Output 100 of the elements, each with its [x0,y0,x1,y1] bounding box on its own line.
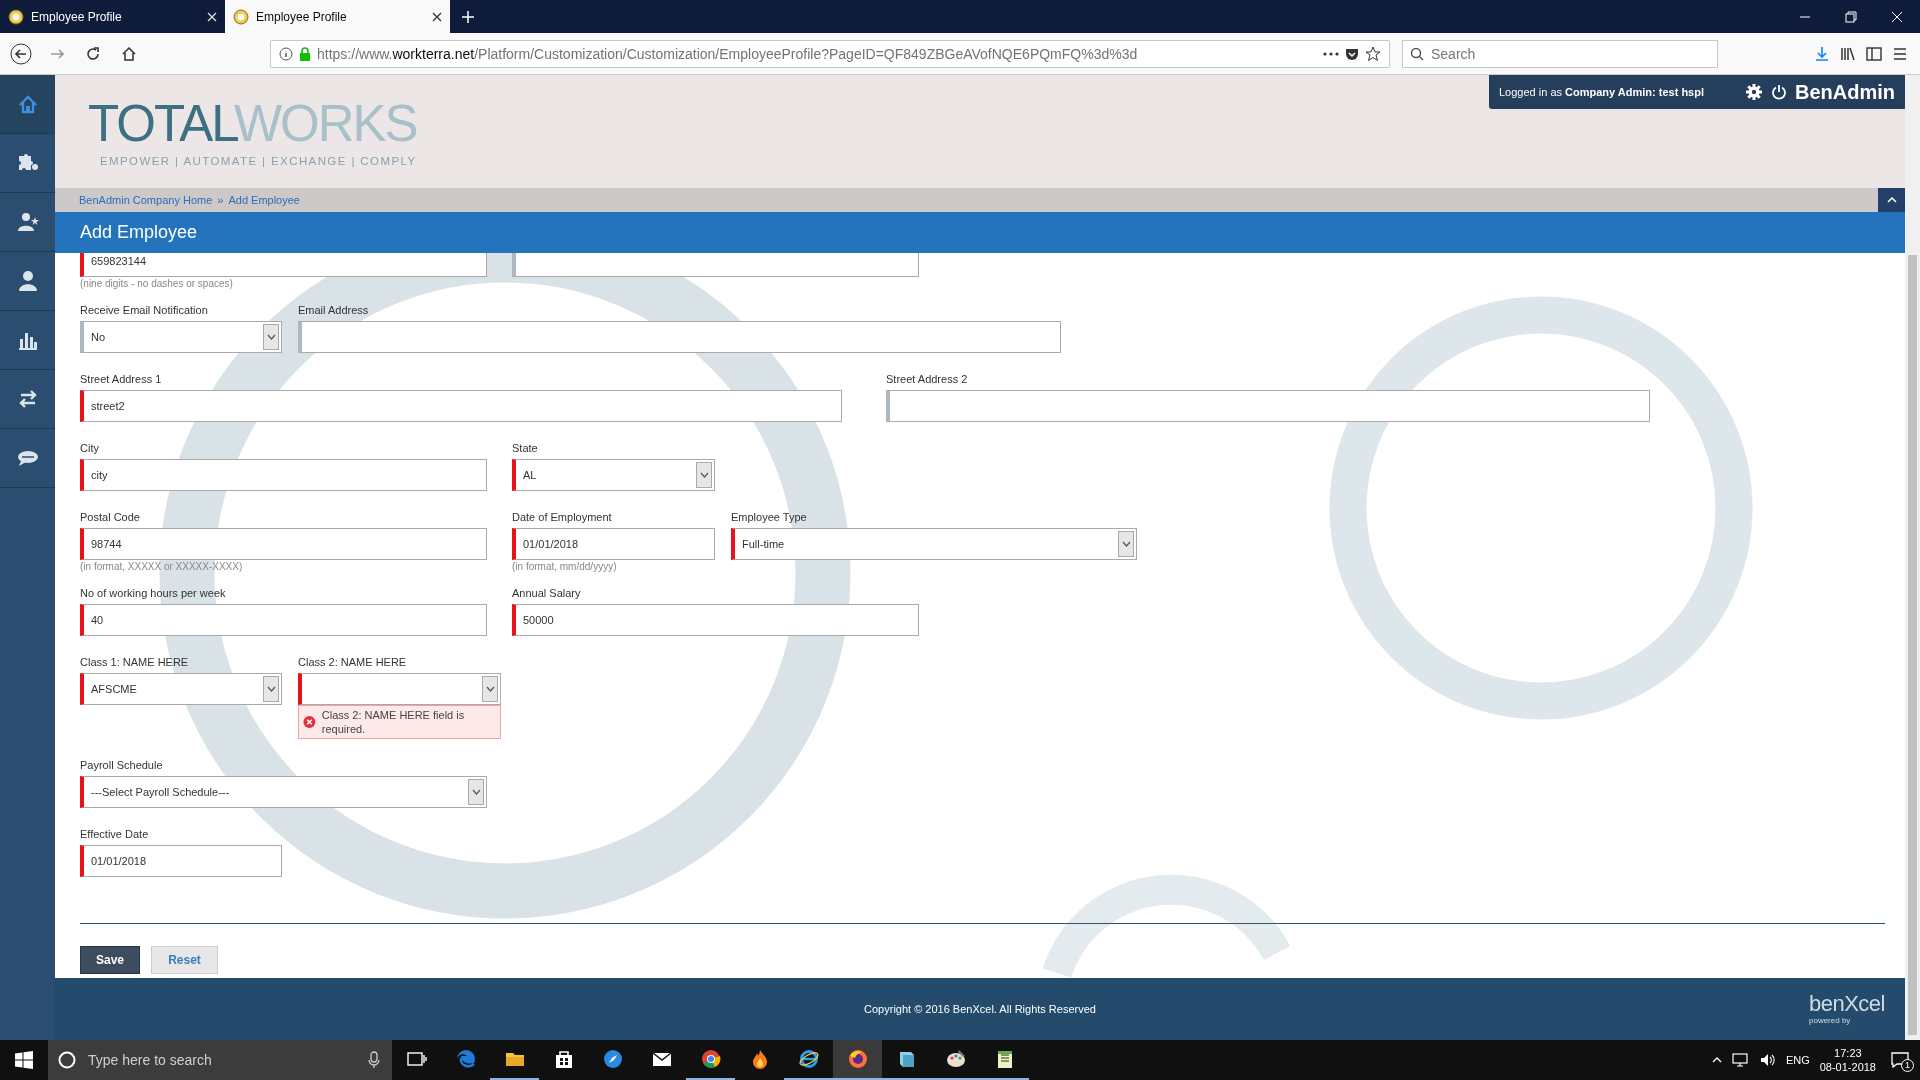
library-icon[interactable] [1840,45,1856,62]
dropdown[interactable] [298,673,501,705]
plus-icon[interactable] [461,9,475,24]
user-star-icon [16,211,39,233]
input-field[interactable] [298,321,1061,353]
input-field[interactable]: 01/01/2018 [512,528,715,560]
lock-icon[interactable] [299,46,311,61]
logo-text: TOTALWORKS [88,97,417,151]
notification-button[interactable]: 1 [1886,1048,1914,1072]
browser-tab[interactable]: Employee Profile [0,0,225,33]
input-field[interactable] [886,390,1650,422]
microphone-icon[interactable] [368,1051,380,1069]
taskbar-search-field[interactable]: Type here to search [48,1040,392,1080]
page-title: Add Employee [80,222,198,243]
error-icon [303,715,316,729]
scrollbar[interactable] [1905,75,1920,1040]
settings-icon[interactable] [1745,83,1763,101]
info-icon[interactable] [279,46,293,61]
field-hint: (nine digits - no dashes or spaces) [80,278,233,289]
save-button[interactable]: Save [80,946,140,974]
compass-icon [601,1048,624,1070]
chevron-up-icon[interactable] [1711,1057,1722,1063]
user-icon [16,270,39,292]
more-icon[interactable] [1323,51,1339,56]
scrollbar-thumb[interactable] [1908,255,1917,1035]
error-text: Class 2: NAME HERE field is required. [321,708,466,736]
input-field[interactable]: street2 [80,390,842,422]
brand-note: powered by [1809,1016,1851,1025]
breadcrumb-separator: » [217,194,224,206]
field-label: Postal Code [80,511,140,523]
pocket-icon[interactable] [1345,46,1359,61]
dropdown[interactable]: No [80,321,282,353]
reset-button[interactable]: Reset [151,946,218,974]
collapse-button[interactable] [1878,188,1905,212]
speech-bubble-icon [1891,1052,1909,1068]
sidebar-icon[interactable] [1866,45,1882,62]
dropdown[interactable]: AL [512,459,715,491]
reload-icon[interactable] [85,45,101,62]
field-hint: (in format, XXXXX or XXXXX-XXXX) [80,561,243,572]
network-icon[interactable] [1731,1053,1750,1067]
input-field[interactable]: 50000 [512,604,919,636]
language-indicator[interactable]: ENG [1785,1054,1810,1066]
field-label: Receive Email Notification [80,304,208,316]
clock-date[interactable]: 08-01-2018 [1819,1060,1876,1074]
restore-icon[interactable] [1845,10,1857,23]
search-icon [1410,46,1424,61]
home-icon[interactable] [121,45,137,62]
chevron-down-icon [266,686,276,692]
close-icon[interactable] [432,11,442,22]
globe-icon [8,8,24,25]
input-field[interactable]: 01/01/2018 [80,845,282,877]
input-field[interactable]: city [80,459,487,491]
chevron-down-icon [485,686,495,692]
field-label: Street Address 1 [80,373,162,385]
field-label: No of working hours per week [80,587,226,599]
notification-count: 1 [1901,1059,1914,1072]
menu-icon[interactable] [1892,45,1908,62]
field-label: Class 2: NAME HERE [298,656,407,668]
windows-logo-icon [15,1051,33,1069]
volume-icon[interactable] [1759,1053,1776,1067]
field-label: Annual Salary [512,587,581,599]
browser-icon [797,1048,820,1070]
input-field[interactable]: 659823144 [80,253,487,277]
dropdown[interactable]: ---Select Payroll Schedule--- [80,776,487,808]
download-icon[interactable] [1814,45,1830,62]
chevron-down-icon [699,472,709,478]
sidebar-item[interactable] [0,75,55,134]
chevron-up-icon [1886,197,1897,203]
field-label: Employee Type [731,511,807,523]
dropdown[interactable]: Full-time [731,528,1137,560]
chevron-down-icon [471,789,481,795]
address-bar[interactable]: https://www.workterra.net/Platform/Customization/Customization/EmployeeProfile?PageID=QF849ZBGeAVofNQE6PQmFQ%3d%3d [270,39,1390,68]
app-name: BenAdmin [1795,80,1895,104]
star-icon[interactable] [1365,45,1381,62]
browser-icon [454,1048,477,1070]
input-field[interactable]: 40 [80,604,487,636]
dropdown[interactable]: AFSCME [80,673,282,705]
field-label: City [80,442,99,454]
field-label: Street Address 2 [886,373,968,385]
field-label: State [512,442,538,454]
clock-time[interactable]: 17:23 [1834,1046,1862,1060]
login-status: Logged in as Company Admin: test hspl [1499,86,1704,98]
field-hint: (in format, mm/dd/yyyy) [512,561,617,572]
chevron-down-icon [266,334,276,340]
input-field[interactable]: 98744 [80,528,487,560]
browser-icon [699,1048,722,1070]
field-label: Effective Date [80,828,149,840]
browser-tab[interactable]: Employee Profile [225,0,450,33]
power-icon[interactable] [1771,84,1787,100]
field-label: Payroll Schedule [80,759,163,771]
field-label: Date of Employment [512,511,612,523]
search-field[interactable]: Search [1402,39,1718,68]
field-label: Email Address [298,304,369,316]
url-text[interactable]: https://www.workterra.net/Platform/Customization/Customization/EmployeeProfile?PageID=QF849ZBGeAVofNQE6PQmFQ%3d%3d [317,45,1317,62]
input-field[interactable] [512,253,919,277]
back-icon[interactable] [10,42,32,65]
brand-logo-text: benXcel [1809,992,1885,1016]
search-icon [58,1051,76,1069]
logo-tagline: EMPOWER | AUTOMATE | EXCHANGE | COMPLY [99,154,417,167]
chevron-down-icon [1121,541,1131,547]
